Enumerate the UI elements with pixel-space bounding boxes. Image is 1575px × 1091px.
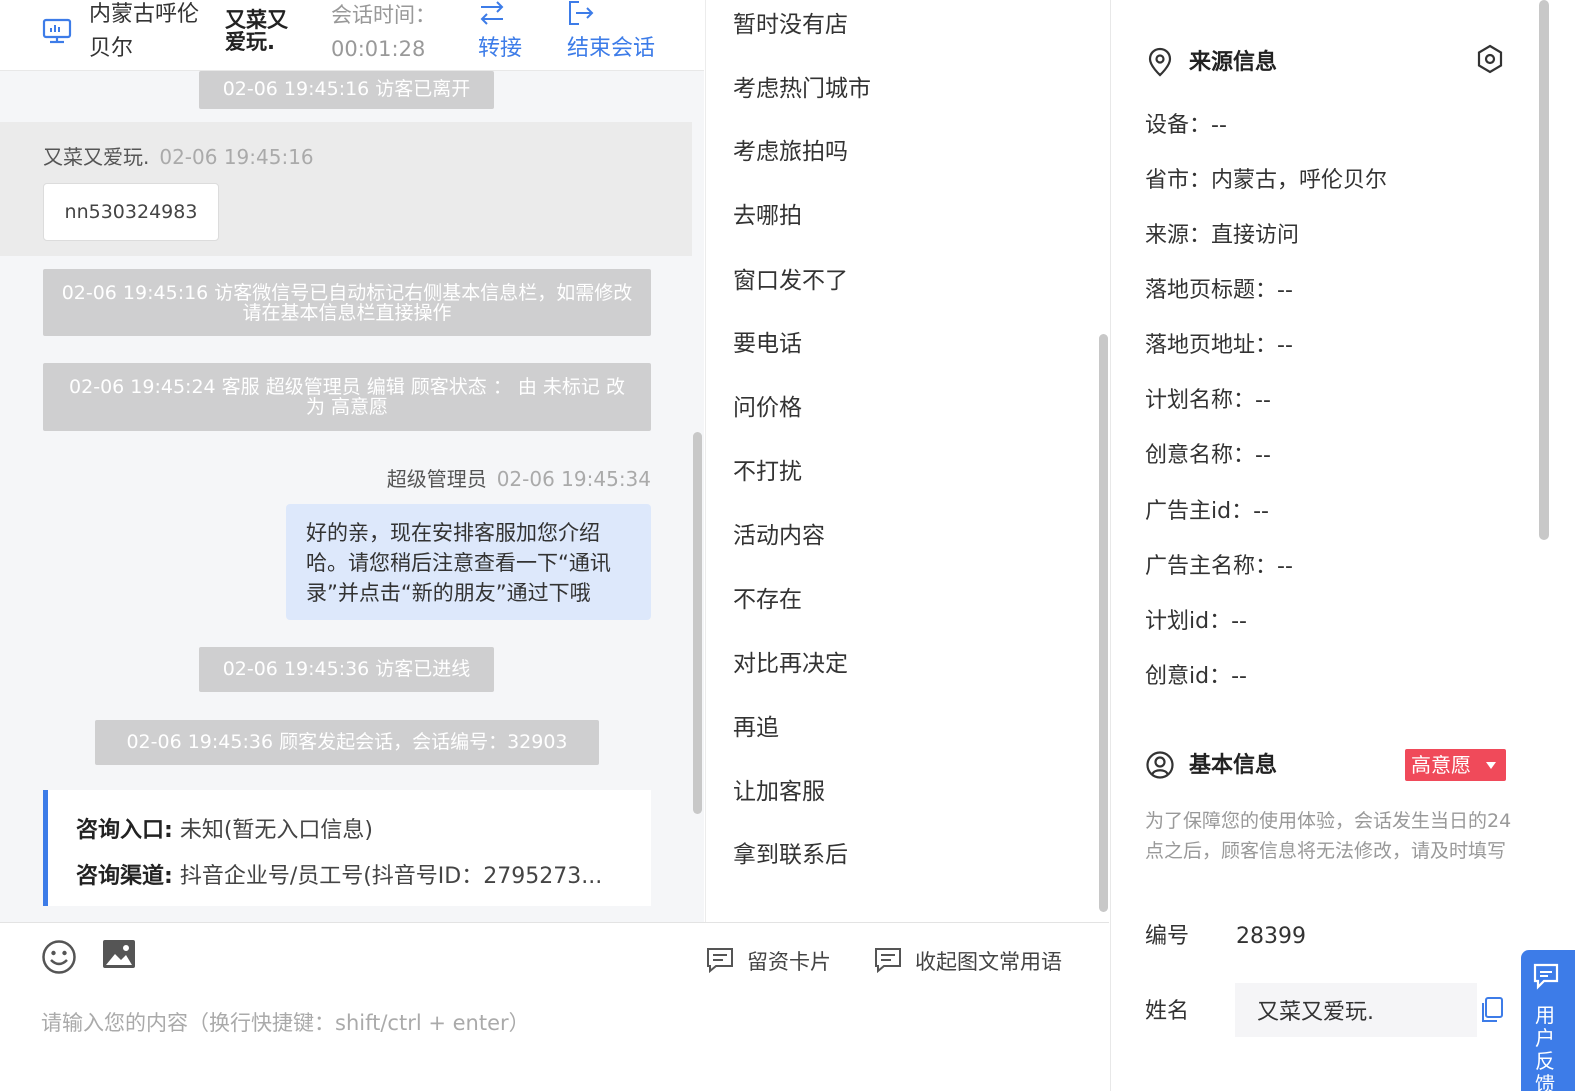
id-value: 28399 xyxy=(1236,924,1306,949)
visitor-message-meta: 又菜又爱玩. 02-06 19:45:16 xyxy=(43,141,314,170)
consult-channel-value: 抖音企业号/员工号(抖音号ID：2795273... xyxy=(179,864,603,889)
quick-reply-item[interactable]: 对比再决定 xyxy=(733,649,848,679)
message-input[interactable] xyxy=(41,1003,1081,1043)
source-info-row: 落地页标题：-- xyxy=(1145,278,1293,303)
location-pin-icon xyxy=(1148,47,1172,77)
source-info-row: 设备：-- xyxy=(1145,113,1227,138)
user-circle-icon xyxy=(1146,751,1174,779)
source-info-row: 计划id：-- xyxy=(1145,609,1247,634)
source-info-row: 计划名称：-- xyxy=(1145,388,1271,413)
caret-down-icon xyxy=(1486,762,1496,769)
message-card-icon xyxy=(707,948,733,973)
quick-reply-item[interactable]: 不打扰 xyxy=(733,457,802,487)
quick-reply-item[interactable]: 问价格 xyxy=(733,393,802,423)
visitor-message-bubble: nn530324983 xyxy=(43,183,219,241)
copy-icon[interactable] xyxy=(1479,996,1505,1024)
info-scrollbar[interactable] xyxy=(1539,0,1549,540)
source-info-row: 创意名称：-- xyxy=(1145,443,1271,468)
agent-message-name: 超级管理员 xyxy=(386,467,487,491)
name-label: 姓名 xyxy=(1145,999,1190,1024)
consult-entry-label: 咨询入口: xyxy=(76,818,173,843)
system-message: 02-06 19:45:16 访客已离开 xyxy=(199,71,494,109)
quick-reply-item[interactable]: 去哪拍 xyxy=(733,201,802,231)
source-info-row: 落地页地址：-- xyxy=(1145,333,1293,358)
source-info-row: 广告主名称：-- xyxy=(1145,554,1293,579)
end-session-label: 结束会话 xyxy=(567,36,656,61)
customer-status-value: 高意愿 xyxy=(1411,753,1471,777)
logout-icon xyxy=(569,1,594,25)
consult-channel-row: 咨询渠道: 抖音企业号/员工号(抖音号ID：2795273... xyxy=(76,854,646,900)
quick-reply-scrollbar[interactable] xyxy=(1099,334,1108,912)
quick-reply-item[interactable]: 暂时没有店 xyxy=(733,10,848,40)
session-time-value: 00:01:28 xyxy=(331,37,426,61)
visitor-location: 内蒙古呼伦贝尔 xyxy=(89,2,200,61)
source-info-title: 来源信息 xyxy=(1189,50,1278,75)
desktop-monitor-icon xyxy=(42,18,72,44)
quick-reply-item[interactable]: 再追 xyxy=(733,713,779,743)
visitor-info-panel: 来源信息 设备：-- 省市：内蒙古，呼伦贝尔 来源：直接访问 落地页标题：-- … xyxy=(1110,0,1575,1091)
source-info-row: 来源：直接访问 xyxy=(1145,223,1300,248)
basic-info-title: 基本信息 xyxy=(1189,753,1278,778)
end-session-button[interactable]: 结束会话 xyxy=(567,0,677,71)
quick-reply-item[interactable]: 考虑旅拍吗 xyxy=(733,137,848,167)
agent-message-time: 02-06 19:45:34 xyxy=(496,467,651,491)
agent-message-bubble: 好的亲，现在安排客服加您介绍哈。请您稍后注意查看一下“通讯录”并点击“新的朋友”… xyxy=(286,504,651,620)
transfer-button[interactable]: 转接 xyxy=(478,0,538,71)
system-message-session-start: 02-06 19:45:36 顾客发起会话，会话编号：32903 xyxy=(95,720,599,765)
system-message-entered: 02-06 19:45:36 访客已进线 xyxy=(199,647,494,692)
id-label: 编号 xyxy=(1145,924,1190,949)
quick-reply-item[interactable]: 要电话 xyxy=(733,329,802,359)
emoji-icon[interactable] xyxy=(41,939,77,975)
user-feedback-button[interactable]: 用户反馈 xyxy=(1521,950,1575,1091)
quick-reply-item[interactable]: 窗口发不了 xyxy=(733,266,848,296)
system-message-status-change: 02-06 19:45:24 客服 超级管理员 编辑 顾客状态 ： 由 未标记 … xyxy=(43,363,651,431)
basic-info-note: 为了保障您的使用体验，会话发生当日的24点之后，顾客信息将无法修改，请及时填写 xyxy=(1145,810,1512,862)
quick-reply-item[interactable]: 让加客服 xyxy=(733,777,825,807)
customer-status-dropdown[interactable]: 高意愿 xyxy=(1405,749,1506,781)
chat-bubble-icon xyxy=(1533,963,1559,990)
message-list-icon xyxy=(875,948,901,973)
settings-icon[interactable] xyxy=(1475,44,1505,74)
image-icon[interactable] xyxy=(101,937,137,973)
lead-card-label: 留资卡片 xyxy=(747,950,831,974)
quick-reply-item[interactable]: 考虑热门城市 xyxy=(733,74,871,104)
quick-reply-item[interactable]: 拿到联系后 xyxy=(733,840,848,870)
agent-message-meta: 超级管理员 02-06 19:45:34 xyxy=(387,463,651,492)
consult-channel-label: 咨询渠道: xyxy=(76,864,173,889)
name-input[interactable] xyxy=(1235,983,1477,1037)
source-info-row: 创意id：-- xyxy=(1145,664,1247,689)
quick-reply-item[interactable]: 不存在 xyxy=(733,585,802,615)
message-input-area: 留资卡片 收起图文常用语 xyxy=(0,922,1109,1091)
quick-reply-panel: 暂时没有店 考虑热门城市 考虑旅拍吗 去哪拍 窗口发不了 要电话 问价格 不打扰… xyxy=(705,0,1109,922)
user-feedback-label: 用户反馈 xyxy=(1535,1003,1555,1091)
visitor-name: 又菜又爱玩. xyxy=(225,8,288,54)
session-time-label: 会话时间： xyxy=(331,3,436,27)
visitor-message-time: 02-06 19:45:16 xyxy=(159,145,314,169)
chat-panel: 内蒙古呼伦贝尔 又菜又爱玩. 会话时间： 00:01:28 转接 结束会话 02… xyxy=(0,0,704,922)
transfer-label: 转接 xyxy=(478,36,523,61)
collapse-phrases-label: 收起图文常用语 xyxy=(915,950,1062,974)
system-message-wechat: 02-06 19:45:16 访客微信号已自动标记右侧基本信息栏，如需修改请在基… xyxy=(43,269,651,336)
visitor-message-name: 又菜又爱玩. xyxy=(43,145,150,169)
chat-header: 内蒙古呼伦贝尔 又菜又爱玩. 会话时间： 00:01:28 转接 结束会话 xyxy=(0,0,704,71)
chat-scrollbar[interactable] xyxy=(693,432,702,814)
source-info-row: 省市：内蒙古，呼伦贝尔 xyxy=(1145,168,1388,193)
transfer-arrows-icon xyxy=(480,1,504,25)
source-info-row: 广告主id：-- xyxy=(1145,499,1269,524)
consult-entry-row: 咨询入口: 未知(暂无入口信息) xyxy=(76,808,646,854)
consult-entry-card: 咨询入口: 未知(暂无入口信息) 咨询渠道: 抖音企业号/员工号(抖音号ID：2… xyxy=(43,790,651,906)
consult-entry-value: 未知(暂无入口信息) xyxy=(179,818,373,843)
quick-reply-item[interactable]: 活动内容 xyxy=(733,521,825,551)
